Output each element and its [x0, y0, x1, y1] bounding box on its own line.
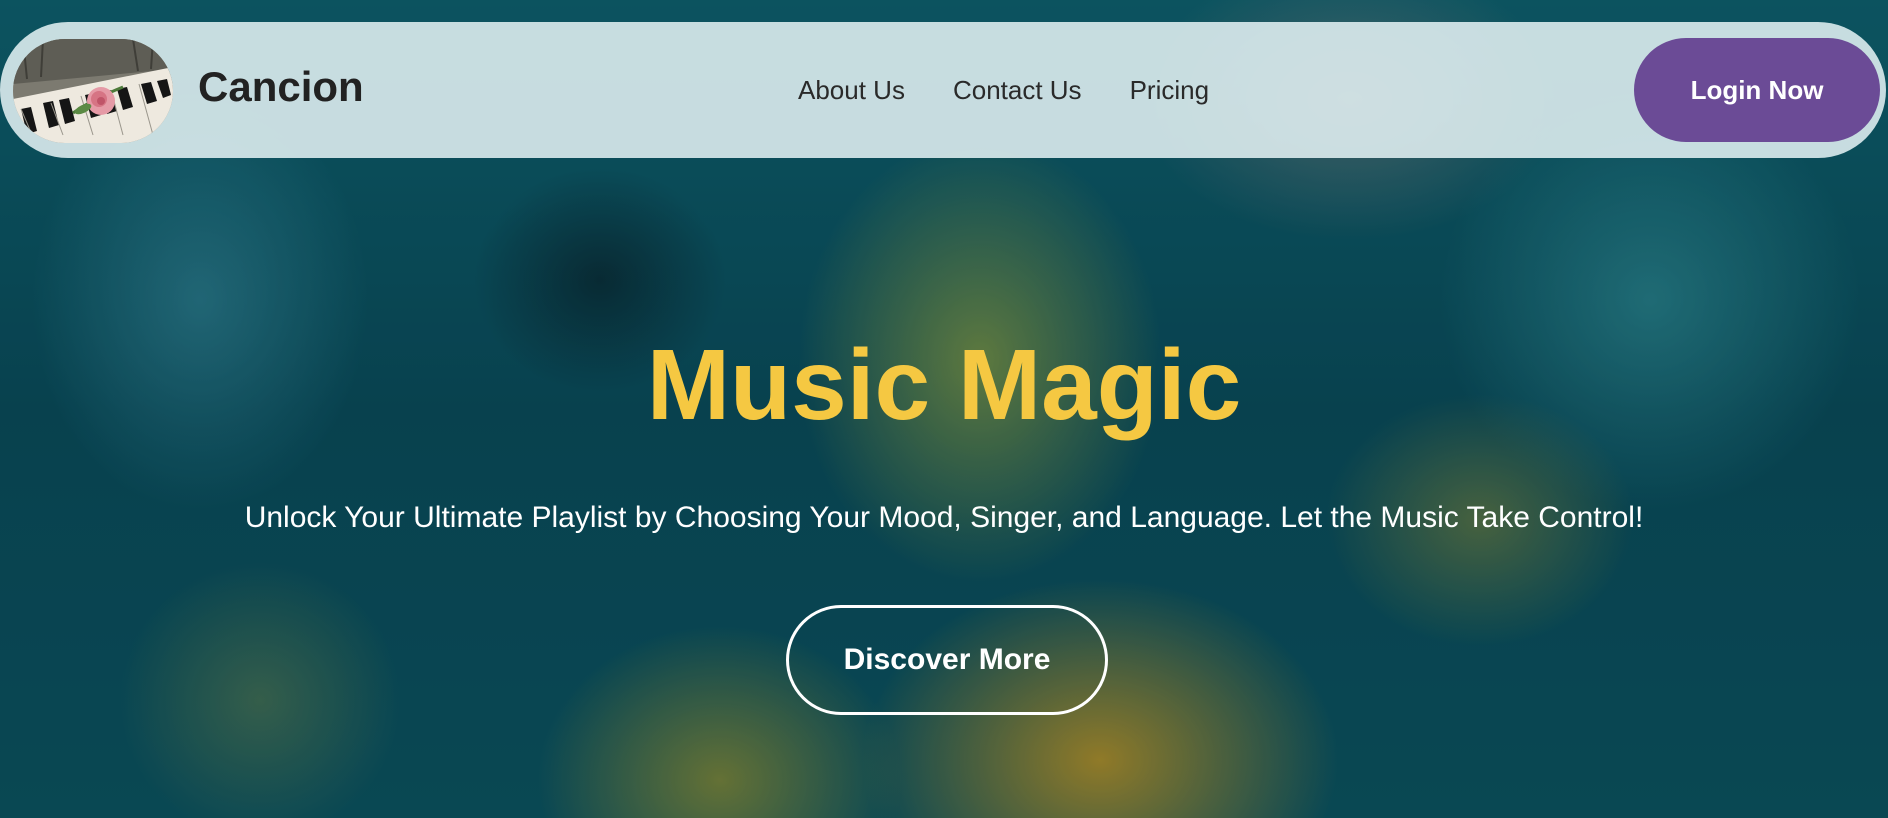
login-button[interactable]: Login Now — [1634, 38, 1880, 142]
discover-more-button[interactable]: Discover More — [786, 605, 1108, 715]
nav-link-pricing[interactable]: Pricing — [1130, 74, 1209, 108]
hero-subtitle: Unlock Your Ultimate Playlist by Choosin… — [244, 501, 1644, 534]
piano-rose-icon — [13, 39, 173, 143]
brand-name[interactable]: Cancion — [198, 62, 364, 112]
nav-links: About Us Contact Us Pricing — [798, 74, 1209, 108]
nav-link-about-us[interactable]: About Us — [798, 74, 905, 108]
navbar: Cancion About Us Contact Us Pricing Logi… — [0, 22, 1886, 158]
logo[interactable] — [13, 39, 173, 143]
nav-link-contact-us[interactable]: Contact Us — [953, 74, 1082, 108]
hero-title: Music Magic — [646, 329, 1242, 441]
